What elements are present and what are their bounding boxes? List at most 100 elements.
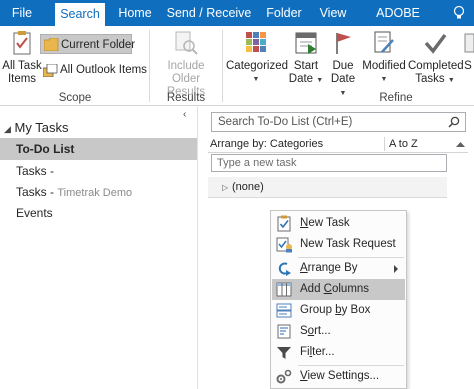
group-label: (none) (232, 181, 264, 193)
tab-adobe-pdf[interactable]: ADOBE PDF (362, 0, 434, 46)
menu-item-new-task[interactable]: New Task (272, 213, 405, 234)
context-menu: New Task New Task Request Arrange By Add… (270, 210, 407, 389)
refine-group-label: Refine (379, 92, 413, 104)
completed-tasks-label-1: Completed (408, 60, 464, 72)
tab-home[interactable]: Home (114, 0, 156, 26)
submenu-arrow-icon (394, 265, 398, 273)
folder-pane: ‹ ◢ My Tasks To-Do List Tasks - Tasks - … (0, 107, 198, 389)
start-date-label-1: Start (293, 60, 319, 72)
categorized-button[interactable]: Categorized ▼ (226, 30, 289, 90)
menu-item-label: Sort... (300, 325, 331, 337)
all-task-items-label-2: Items (7, 73, 37, 85)
more-refine-button[interactable]: S (462, 30, 474, 90)
menu-item-label: Add Columns (300, 283, 370, 295)
calendar-icon (295, 32, 317, 54)
all-task-items-button[interactable]: All Task Items (2, 30, 42, 90)
sort-order-header[interactable]: A to Z (389, 138, 418, 150)
task-request-icon (276, 237, 292, 253)
columns-icon (276, 282, 292, 297)
nav-item-sublabel: Timetrak Demo (57, 187, 133, 199)
view-settings-icon (276, 369, 292, 384)
expand-group-icon[interactable]: ▷ (222, 177, 228, 198)
menu-item-label: Arrange By (300, 262, 358, 274)
menu-item-label: View Settings... (300, 370, 380, 382)
due-date-label-2: Date ▼ (330, 73, 356, 97)
nav-item-todo-list[interactable]: To-Do List (0, 138, 197, 160)
more-icon (464, 33, 474, 53)
new-task-input[interactable]: Type a new task (211, 154, 447, 172)
current-folder-label: Current Folder (61, 39, 136, 51)
lightbulb-icon[interactable] (452, 0, 474, 26)
nav-item-label: Tasks - (16, 185, 55, 199)
all-outlook-items-label: All Outlook Items (60, 64, 147, 76)
include-older-results-button[interactable]: Include Older Results (152, 30, 220, 98)
modified-document-icon (374, 31, 394, 53)
tab-view[interactable]: View (316, 0, 350, 26)
task-clipboard-icon (13, 31, 31, 55)
include-older-results-label-1: Include (167, 60, 205, 72)
column-header: Arrange by: Categories A to Z (208, 137, 468, 153)
nav-item-label: To-Do List (16, 142, 75, 156)
modified-label: Modified (362, 60, 406, 72)
scroll-up-icon[interactable] (456, 141, 465, 148)
tab-send-receive[interactable]: Send / Receive (166, 0, 252, 26)
search-placeholder: Search To-Do List (Ctrl+E) (218, 116, 353, 128)
arrange-icon (278, 262, 291, 276)
due-date-button[interactable]: Due Date ▼ (326, 30, 360, 97)
all-task-items-label-1: All Task (2, 60, 42, 72)
menu-item-label: Group by Box (300, 304, 371, 316)
ribbon-separator (222, 30, 223, 102)
my-tasks-label: My Tasks (14, 120, 69, 135)
menu-item-arrange-by[interactable]: Arrange By (272, 258, 405, 279)
search-input[interactable]: Search To-Do List (Ctrl+E) (211, 112, 466, 132)
categories-icon (246, 32, 266, 52)
modified-button[interactable]: Modified ▼ (360, 30, 408, 90)
menu-item-new-task-request[interactable]: New Task Request (272, 234, 405, 255)
nav-item-events[interactable]: Events (0, 202, 197, 224)
current-folder-button[interactable]: Current Folder (40, 34, 136, 54)
group-box-icon (276, 303, 292, 318)
column-divider (384, 137, 385, 151)
sort-icon (277, 324, 291, 339)
categorized-label: Categorized (226, 60, 289, 72)
ribbon-separator (149, 30, 150, 102)
chevron-down-icon: ▼ (380, 76, 388, 83)
menu-item-sort[interactable]: Sort... (272, 321, 405, 342)
group-header-row[interactable]: ▷ (none) (208, 177, 447, 198)
search-results-icon (175, 31, 198, 55)
task-icon (277, 215, 291, 232)
menu-item-filter[interactable]: Filter... (272, 342, 405, 363)
folder-icon (44, 38, 59, 51)
nav-item-tasks[interactable]: Tasks - (0, 160, 197, 182)
all-outlook-items-button[interactable]: All Outlook Items (40, 60, 147, 80)
new-task-placeholder: Type a new task (217, 157, 297, 169)
search-icon[interactable] (448, 116, 460, 128)
results-group-label: Results (166, 92, 206, 104)
scope-group-label: Scope (58, 92, 92, 104)
menu-item-label: New Task (300, 217, 350, 229)
chevron-down-icon: ▼ (252, 76, 260, 83)
nav-item-tasks-timetrak[interactable]: Tasks - Timetrak Demo (0, 181, 197, 203)
menu-item-add-columns[interactable]: Add Columns (272, 279, 405, 300)
arrange-by-header[interactable]: Arrange by: Categories (210, 138, 323, 150)
tab-folder[interactable]: Folder (262, 0, 306, 26)
nav-item-label: Tasks - (16, 164, 55, 178)
tab-file[interactable]: File (6, 0, 38, 26)
more-refine-label: S (464, 60, 472, 72)
due-date-label-1: Due (332, 60, 354, 72)
completed-tasks-label-2: Tasks ▼ (415, 73, 455, 85)
start-date-button[interactable]: Start Date ▼ (287, 30, 325, 90)
folders-icon (43, 64, 58, 77)
filter-icon (277, 347, 291, 359)
completed-tasks-button[interactable]: Completed Tasks ▼ (408, 30, 464, 90)
menu-item-label: Filter... (300, 346, 335, 358)
start-date-label-2: Date ▼ (288, 73, 324, 85)
menu-item-group-by-box[interactable]: Group by Box (272, 300, 405, 321)
flag-icon (336, 33, 351, 54)
tab-search[interactable]: Search (55, 3, 105, 26)
collapse-arrow-icon: ◢ (4, 124, 11, 134)
my-tasks-header[interactable]: ◢ My Tasks (0, 117, 197, 139)
menu-item-view-settings[interactable]: View Settings... (272, 366, 405, 387)
ribbon: All Task Items Current Folder All Outloo… (0, 26, 474, 106)
menu-item-label: New Task Request (300, 238, 396, 250)
